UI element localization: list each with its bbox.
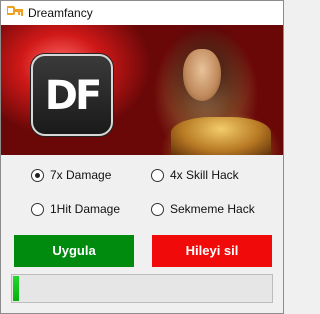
hack-options: 7x Damage 4x Skill Hack 1Hit Damage Sekm… bbox=[1, 155, 283, 227]
radio-4x-skill-hack[interactable] bbox=[151, 169, 164, 182]
title-bar[interactable]: Dreamfancy bbox=[1, 1, 283, 25]
banner-character-face bbox=[183, 49, 221, 101]
key-icon bbox=[7, 6, 23, 16]
option-label: Sekmeme Hack bbox=[170, 202, 255, 216]
radio-7x-damage[interactable] bbox=[31, 169, 44, 182]
progress-fill bbox=[13, 276, 19, 301]
apply-button[interactable]: Uygula bbox=[14, 235, 134, 267]
window-title: Dreamfancy bbox=[28, 6, 93, 20]
radio-sekmeme-hack[interactable] bbox=[151, 203, 164, 216]
df-logo: DF bbox=[31, 54, 113, 136]
remove-hack-button[interactable]: Hileyi sil bbox=[152, 235, 272, 267]
app-window: Dreamfancy DF 7x Damage 4x Skill Hack 1H… bbox=[0, 0, 284, 314]
banner-character-armor bbox=[171, 117, 271, 155]
option-label: 4x Skill Hack bbox=[170, 168, 239, 182]
option-label: 7x Damage bbox=[50, 168, 112, 182]
option-label: 1Hit Damage bbox=[50, 202, 121, 216]
banner-image: DF bbox=[1, 25, 283, 155]
df-logo-text: DF bbox=[44, 73, 103, 119]
radio-1hit-damage[interactable] bbox=[31, 203, 44, 216]
progress-bar bbox=[11, 274, 273, 303]
